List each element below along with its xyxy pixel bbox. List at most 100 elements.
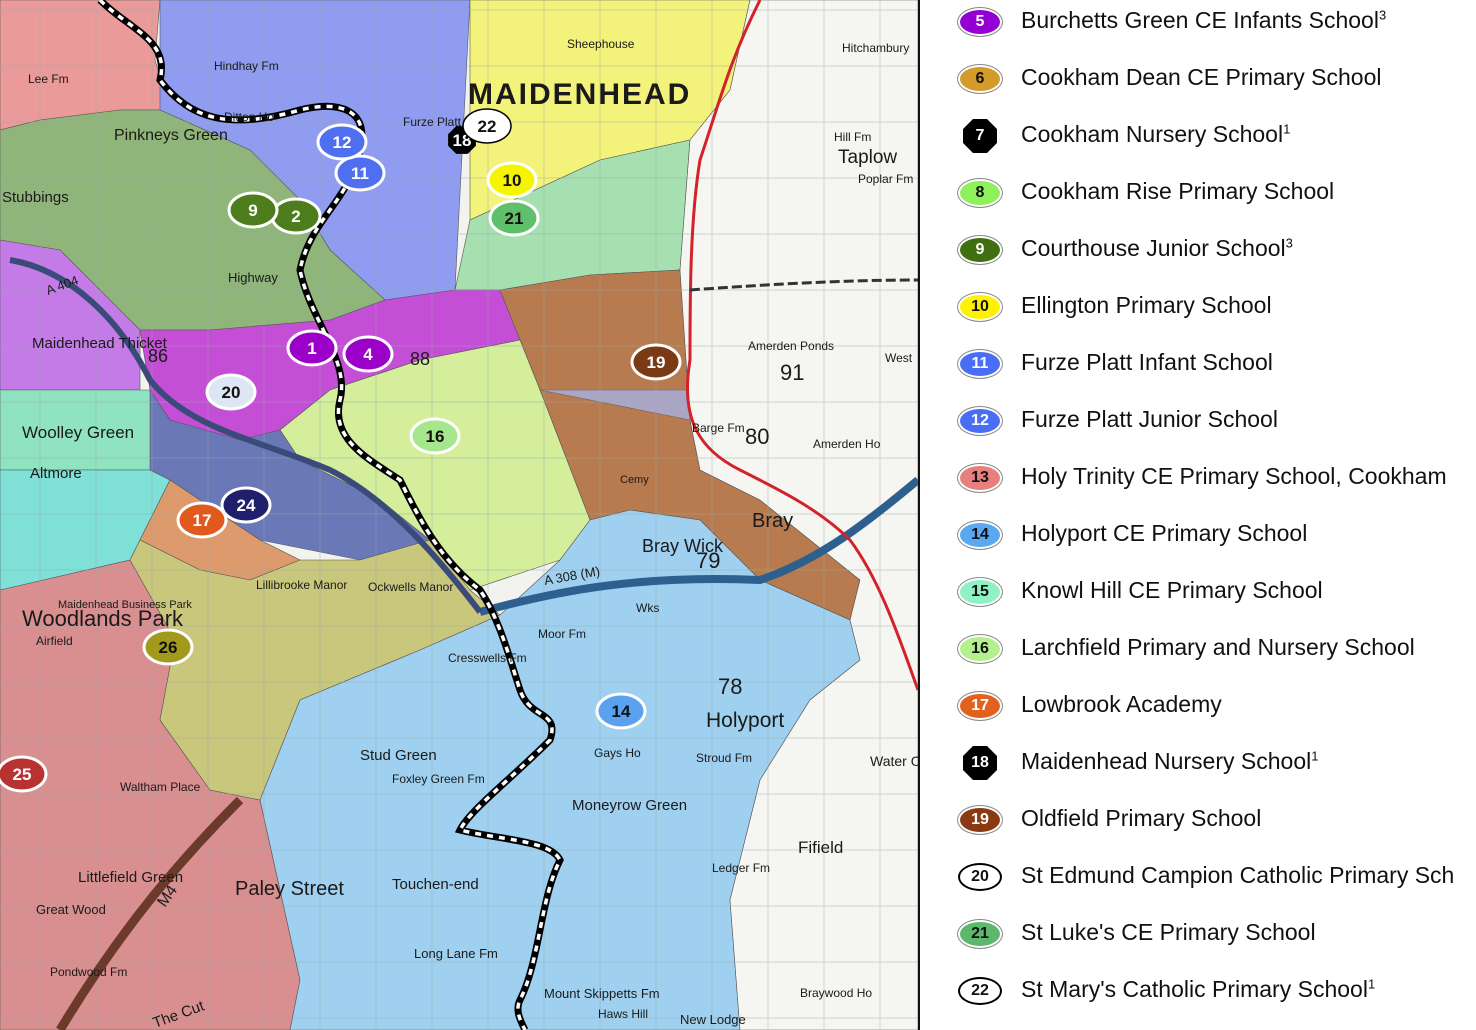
school-pin-19[interactable]: 19 <box>630 343 682 381</box>
legend-label-text: Knowl Hill CE Primary School <box>1021 577 1323 603</box>
pin-number: 1 <box>307 339 316 358</box>
place-label: 80 <box>745 424 769 449</box>
legend-item-20: 20 St Edmund Campion Catholic Primary Sch <box>922 857 1476 897</box>
place-label: 79 <box>696 548 720 573</box>
school-pin-26[interactable]: 26 <box>142 628 194 666</box>
legend-label: Larchfield Primary and Nursery School <box>1021 634 1415 661</box>
legend-marker: 5 <box>958 8 1002 36</box>
school-pin-10[interactable]: 10 <box>486 161 538 199</box>
school-pin-24[interactable]: 24 <box>220 486 272 524</box>
map-frame-edge <box>918 0 920 1030</box>
pin-number: 11 <box>351 164 369 183</box>
place-label: Taplow <box>838 147 897 168</box>
legend-label: Courthouse Junior School3 <box>1021 235 1293 262</box>
place-label: Airfield <box>36 634 73 648</box>
school-pin-4[interactable]: 4 <box>342 335 394 373</box>
place-label: Long Lane Fm <box>414 946 498 961</box>
school-pin-11[interactable]: 11 <box>334 154 386 192</box>
school-pin-9[interactable]: 9 <box>227 191 279 229</box>
legend-label-text: Lowbrook Academy <box>1021 691 1222 717</box>
legend-item-13: 13 Holy Trinity CE Primary School, Cookha… <box>922 458 1476 498</box>
legend-label: Furze Platt Infant School <box>1021 349 1273 376</box>
legend-marker: 7 <box>962 118 998 154</box>
legend-item-10: 10 Ellington Primary School <box>922 287 1476 327</box>
legend-label: Cookham Rise Primary School <box>1021 178 1334 205</box>
legend-label-text: Ellington Primary School <box>1021 292 1272 318</box>
legend-item-9: 9 Courthouse Junior School3 <box>922 230 1476 270</box>
legend-item-18: 18 Maidenhead Nursery School1 <box>922 743 1476 783</box>
school-pin-1[interactable]: 1 <box>286 329 338 367</box>
legend-item-15: 15 Knowl Hill CE Primary School <box>922 572 1476 612</box>
school-pin-2[interactable]: 2 <box>270 197 322 235</box>
legend-label: St Luke's CE Primary School <box>1021 919 1316 946</box>
legend-marker: 10 <box>958 293 1002 321</box>
catchment-map[interactable]: MAIDENHEAD Taplow Bray Bray Wick Holyport Woo… <box>0 0 920 1030</box>
place-label: Pondwood Fm <box>50 965 127 979</box>
legend-item-21: 21 St Luke's CE Primary School <box>922 914 1476 954</box>
place-label: Maidenhead Business Park <box>58 599 192 611</box>
legend-marker: 19 <box>958 806 1002 834</box>
school-pin-22[interactable]: 22 <box>462 108 512 144</box>
place-label: MAIDENHEAD <box>468 78 691 111</box>
place-label: Fifield <box>798 838 843 857</box>
place-label: Amerden Ho <box>813 437 881 451</box>
legend-footnote-mark: 1 <box>1283 121 1291 137</box>
place-label: 91 <box>780 360 804 385</box>
legend-item-8: 8 Cookham Rise Primary School <box>922 173 1476 213</box>
legend-marker: 18 <box>962 745 998 781</box>
legend-label-text: St Edmund Campion Catholic Primary Sch <box>1021 862 1455 888</box>
school-pin-25[interactable]: 25 <box>0 755 48 793</box>
school-pin-21[interactable]: 21 <box>488 199 540 237</box>
place-label: Gays Ho <box>594 746 641 760</box>
place-label: Sheephouse <box>567 37 635 51</box>
place-label: Hindhay Fm <box>214 59 279 73</box>
pin-number: 26 <box>159 638 178 657</box>
pin-number: 9 <box>248 201 257 220</box>
place-label: Cresswells Fm <box>448 651 527 665</box>
place-label: Waltham Place <box>120 780 201 794</box>
legend-item-6: 6 Cookham Dean CE Primary School <box>922 59 1476 99</box>
place-label: Hitchambury <box>842 41 909 55</box>
place-label: 86 <box>148 346 168 366</box>
legend-label-text: Courthouse Junior School <box>1021 235 1286 261</box>
place-label: Ockwells Manor <box>368 580 453 594</box>
pin-number: 16 <box>426 427 445 446</box>
legend-item-17: 17 Lowbrook Academy <box>922 686 1476 726</box>
place-label: Cemy <box>620 474 649 486</box>
legend-marker: 8 <box>958 179 1002 207</box>
place-label: Amerden Ponds <box>748 339 834 353</box>
place-label: 78 <box>718 674 742 699</box>
legend-label: Oldfield Primary School <box>1021 805 1261 832</box>
place-label: Furze Platt <box>403 115 462 129</box>
place-label: Pinkneys Green <box>114 127 228 144</box>
school-pin-16[interactable]: 16 <box>409 417 461 455</box>
legend-footnote-mark: 3 <box>1378 7 1387 23</box>
legend-label: Ellington Primary School <box>1021 292 1272 319</box>
place-label: Lillibrooke Manor <box>256 578 347 592</box>
legend-item-7: 7 Cookham Nursery School1 <box>922 116 1476 156</box>
legend-marker: 6 <box>958 65 1002 93</box>
pin-number: 2 <box>291 207 300 226</box>
school-pin-14[interactable]: 14 <box>595 692 647 730</box>
legend-label-text: Cookham Dean CE Primary School <box>1021 64 1382 90</box>
school-pin-12[interactable]: 12 <box>316 123 368 161</box>
legend-label: Knowl Hill CE Primary School <box>1021 577 1323 604</box>
legend-label: St Edmund Campion Catholic Primary Sch <box>1021 862 1454 889</box>
legend-label: St Mary's Catholic Primary School1 <box>1021 976 1375 1003</box>
place-label: Moneyrow Green <box>572 797 687 814</box>
place-label: Woolley Green <box>22 423 134 442</box>
place-label: 88 <box>410 349 430 369</box>
pin-number: 14 <box>612 702 631 721</box>
legend-label: Cookham Nursery School1 <box>1021 121 1290 148</box>
pin-number: 12 <box>333 133 352 152</box>
school-pin-20[interactable]: 20 <box>205 373 257 411</box>
legend-item-14: 14 Holyport CE Primary School <box>922 515 1476 555</box>
legend-label-text: St Mary's Catholic Primary School <box>1021 976 1368 1002</box>
place-label: Mount Skippetts Fm <box>544 986 660 1001</box>
school-pin-17[interactable]: 17 <box>176 501 228 539</box>
legend-marker: 16 <box>958 635 1002 663</box>
legend-label-text: Furze Platt Junior School <box>1021 406 1278 432</box>
legend-label-text: Holy Trinity CE Primary School, Cookham <box>1021 463 1447 489</box>
legend-label-text: Cookham Nursery School <box>1021 121 1284 147</box>
legend-marker: 12 <box>958 407 1002 435</box>
